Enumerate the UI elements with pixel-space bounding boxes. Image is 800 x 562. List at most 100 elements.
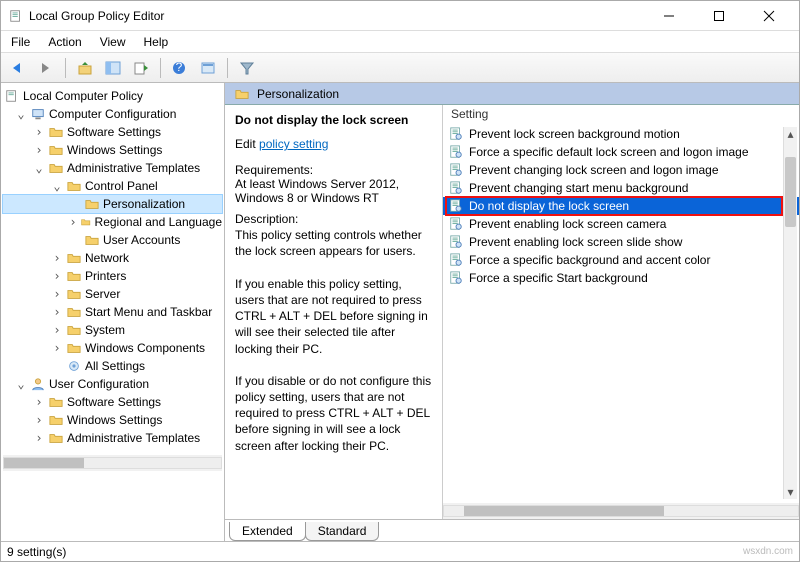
scroll-down-icon[interactable]: ▾	[784, 485, 797, 499]
column-header-setting[interactable]: Setting	[443, 105, 799, 123]
export-button[interactable]	[130, 57, 152, 79]
tab-extended[interactable]: Extended	[229, 522, 306, 541]
toolbar: ?	[1, 53, 799, 83]
tab-standard[interactable]: Standard	[305, 522, 380, 541]
tree-horizontal-scrollbar[interactable]	[3, 455, 222, 471]
menu-action[interactable]: Action	[48, 35, 81, 49]
tree-software-settings[interactable]: Software Settings	[67, 125, 161, 139]
expander[interactable]: ⌄	[51, 179, 63, 193]
tree-server[interactable]: Server	[85, 287, 120, 301]
console-tree[interactable]: Local Computer Policy ⌄ Computer Configu…	[1, 83, 225, 541]
tree-uc-software-settings[interactable]: Software Settings	[67, 395, 161, 409]
settings-item-label: Force a specific Start background	[469, 271, 648, 285]
tree-root[interactable]: Local Computer Policy	[23, 89, 143, 103]
folder-icon	[67, 305, 81, 319]
list-horizontal-scrollbar[interactable]	[443, 503, 799, 519]
expander[interactable]: ›	[33, 395, 45, 409]
minimize-button[interactable]	[647, 2, 691, 30]
folder-icon	[49, 395, 63, 409]
expander[interactable]: ›	[51, 287, 63, 301]
tree-system[interactable]: System	[85, 323, 125, 337]
tree-regional-language[interactable]: Regional and Language	[95, 215, 222, 229]
status-bar: 9 setting(s) wsxdn.com	[1, 541, 799, 561]
tree-user-configuration[interactable]: User Configuration	[49, 377, 149, 391]
expander[interactable]: ›	[51, 269, 63, 283]
filter-button[interactable]	[236, 57, 258, 79]
menu-view[interactable]: View	[100, 35, 126, 49]
tree-control-panel[interactable]: Control Panel	[85, 179, 158, 193]
back-button[interactable]	[7, 57, 29, 79]
tree-personalization[interactable]: Personalization	[103, 197, 185, 211]
folder-icon	[67, 287, 81, 301]
folder-icon	[67, 341, 81, 355]
tree-network[interactable]: Network	[85, 251, 129, 265]
menu-bar: File Action View Help	[1, 31, 799, 53]
description-text: This policy setting controls whether the…	[235, 227, 432, 454]
status-count: 9 setting(s)	[7, 545, 66, 559]
maximize-button[interactable]	[697, 2, 741, 30]
menu-help[interactable]: Help	[144, 35, 169, 49]
settings-item[interactable]: Do not display the lock screen	[443, 197, 799, 215]
settings-item[interactable]: Prevent changing lock screen and logon i…	[443, 161, 799, 179]
policy-icon	[449, 217, 463, 231]
tree-administrative-templates[interactable]: Administrative Templates	[67, 161, 200, 175]
scroll-thumb[interactable]	[785, 157, 796, 227]
view-tabs: Extended Standard	[225, 519, 799, 541]
tree-user-accounts[interactable]: User Accounts	[103, 233, 180, 247]
settings-item[interactable]: Prevent enabling lock screen camera	[443, 215, 799, 233]
folder-icon	[67, 251, 81, 265]
forward-button[interactable]	[35, 57, 57, 79]
settings-item-label: Prevent changing start menu background	[469, 181, 688, 195]
properties-button[interactable]	[197, 57, 219, 79]
settings-item[interactable]: Force a specific Start background	[443, 269, 799, 287]
tree-uc-windows-settings[interactable]: Windows Settings	[67, 413, 162, 427]
settings-item-label: Do not display the lock screen	[469, 199, 629, 213]
folder-icon	[81, 215, 90, 229]
selected-policy-title: Do not display the lock screen	[235, 113, 432, 127]
tree-windows-components[interactable]: Windows Components	[85, 341, 205, 355]
content-header-title: Personalization	[257, 87, 339, 101]
expander[interactable]: ›	[33, 125, 45, 139]
expander[interactable]: ›	[33, 413, 45, 427]
menu-file[interactable]: File	[11, 35, 30, 49]
expander[interactable]: ⌄	[15, 377, 27, 391]
show-hide-tree-button[interactable]	[102, 57, 124, 79]
user-icon	[31, 377, 45, 391]
settings-item-label: Force a specific background and accent c…	[469, 253, 710, 267]
policy-icon	[449, 127, 463, 141]
settings-item[interactable]: Prevent enabling lock screen slide show	[443, 233, 799, 251]
policy-icon	[449, 163, 463, 177]
tree-all-settings[interactable]: All Settings	[85, 359, 145, 373]
expander[interactable]: ›	[51, 251, 63, 265]
expander[interactable]: ⌄	[33, 161, 45, 175]
expander[interactable]: ⌄	[15, 107, 27, 121]
expander[interactable]: ›	[33, 143, 45, 157]
tree-printers[interactable]: Printers	[85, 269, 126, 283]
edit-policy-link[interactable]: policy setting	[259, 137, 328, 151]
close-button[interactable]	[747, 2, 791, 30]
scroll-up-icon[interactable]: ▴	[784, 127, 797, 141]
settings-item[interactable]: Force a specific default lock screen and…	[443, 143, 799, 161]
policy-root-icon	[5, 89, 19, 103]
help-button[interactable]: ?	[169, 57, 191, 79]
expander[interactable]: ›	[51, 323, 63, 337]
settings-item-label: Prevent enabling lock screen slide show	[469, 235, 682, 249]
settings-item[interactable]: Force a specific background and accent c…	[443, 251, 799, 269]
policy-icon	[449, 199, 463, 213]
tree-computer-configuration[interactable]: Computer Configuration	[49, 107, 176, 121]
policy-icon	[449, 235, 463, 249]
expander[interactable]: ›	[51, 305, 63, 319]
tree-start-menu-taskbar[interactable]: Start Menu and Taskbar	[85, 305, 212, 319]
expander[interactable]: ›	[69, 215, 77, 229]
settings-item[interactable]: Prevent changing start menu background	[443, 179, 799, 197]
settings-list: Setting Prevent lock screen background m…	[443, 105, 799, 519]
tree-uc-admin-templates[interactable]: Administrative Templates	[67, 431, 200, 445]
expander[interactable]: ›	[33, 431, 45, 445]
settings-item[interactable]: Prevent lock screen background motion	[443, 125, 799, 143]
folder-icon	[85, 233, 99, 247]
expander[interactable]: ›	[51, 341, 63, 355]
up-button[interactable]	[74, 57, 96, 79]
list-vertical-scrollbar[interactable]: ▴ ▾	[783, 127, 797, 499]
tree-windows-settings[interactable]: Windows Settings	[67, 143, 162, 157]
toolbar-separator	[160, 58, 161, 78]
